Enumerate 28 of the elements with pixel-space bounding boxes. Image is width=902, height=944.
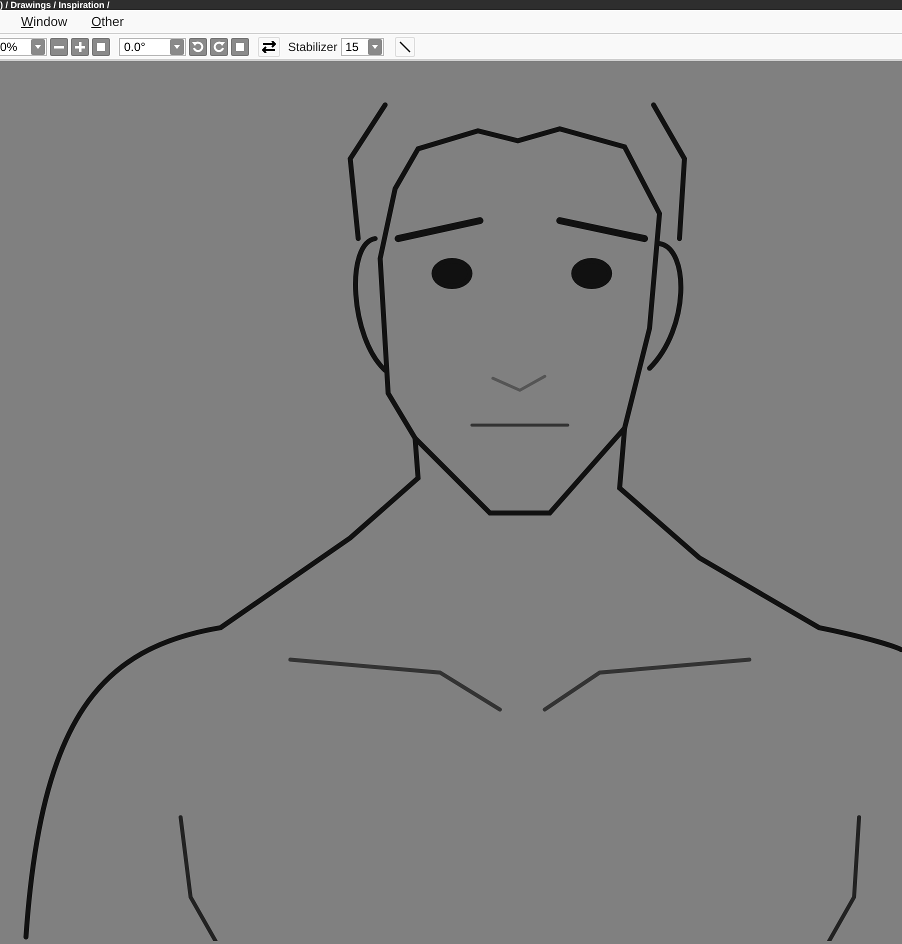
- rotate-left-button[interactable]: [189, 38, 207, 56]
- square-icon: [97, 42, 105, 50]
- angle-field[interactable]: 0.0°: [119, 38, 186, 56]
- zoom-field[interactable]: 0%: [0, 38, 47, 56]
- menu-item[interactable]: Window: [21, 12, 68, 32]
- reset-angle-button[interactable]: [231, 38, 249, 56]
- caret-icon: [174, 44, 180, 48]
- menu-item[interactable]: Other: [91, 12, 124, 32]
- dropdown-button[interactable]: [170, 38, 184, 54]
- caret-icon: [35, 44, 41, 48]
- diagonal-line-icon: [399, 40, 412, 52]
- zoom-out-button[interactable]: [50, 38, 68, 56]
- stabilizer-label: Stabilizer: [288, 38, 338, 56]
- zoom-in-button[interactable]: [71, 38, 89, 56]
- rotate-right-icon: [213, 40, 225, 52]
- plus-icon: [75, 42, 85, 52]
- swap-arrows-icon: [262, 40, 276, 52]
- reset-zoom-button[interactable]: [92, 38, 110, 56]
- rotate-right-button[interactable]: [210, 38, 228, 56]
- stabilizer-field[interactable]: 15: [341, 38, 384, 56]
- dropdown-button[interactable]: [31, 38, 45, 54]
- square-icon: [236, 42, 244, 50]
- flip-button[interactable]: [258, 36, 280, 56]
- rotate-left-icon: [192, 40, 204, 52]
- dropdown-button[interactable]: [368, 38, 382, 54]
- caret-icon: [372, 44, 378, 48]
- line-tool-button[interactable]: [395, 36, 416, 56]
- window-title: ) / Drawings / Inspiration /: [0, 0, 110, 10]
